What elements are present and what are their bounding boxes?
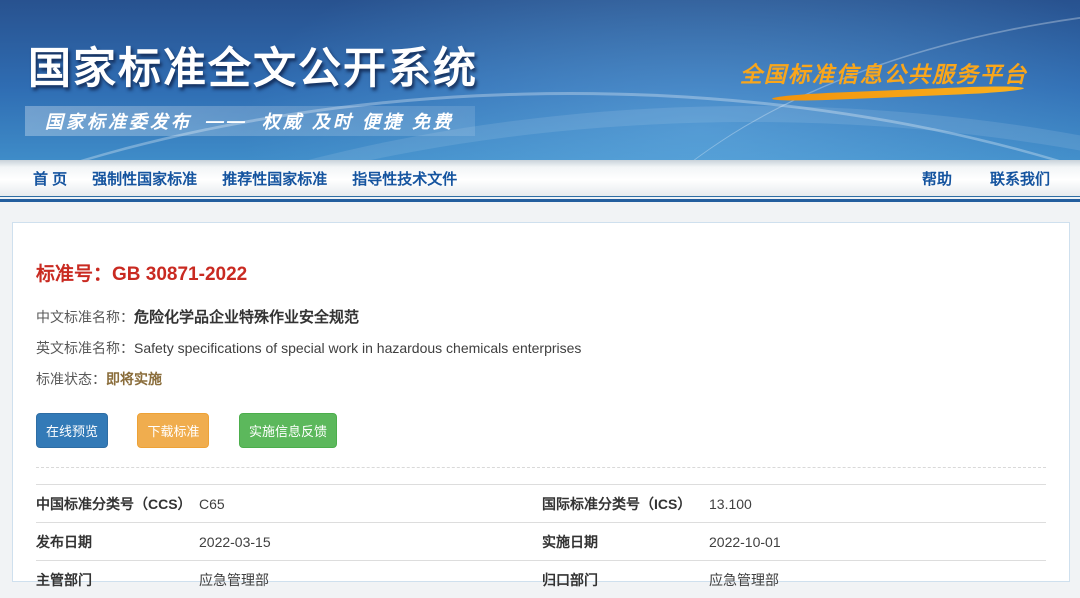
site-header: 国家标准全文公开系统 国家标准委发布 —— 权威 及时 便捷 免费 全国标准信息… <box>0 0 1080 160</box>
publisher-label: 国家标准委发布 <box>45 108 192 134</box>
standard-number-value: GB 30871-2022 <box>112 264 247 285</box>
implementation-feedback-button[interactable]: 实施信息反馈 <box>239 413 337 448</box>
competent-dept-label: 主管部门 <box>36 570 199 590</box>
nav-divider-dark <box>0 199 1080 202</box>
nav-item-recommended-standards[interactable]: 推荐性国家标准 <box>222 168 327 189</box>
standard-number-line: 标准号：GB 30871-2022 <box>36 259 1046 286</box>
main-nav: 首 页 强制性国家标准 推荐性国家标准 指导性技术文件 帮助 联系我们 <box>0 160 1080 197</box>
english-name-label: 英文标准名称： <box>36 340 134 356</box>
standard-number-label: 标准号： <box>36 264 112 285</box>
centralized-dept-value: 应急管理部 <box>709 570 1046 590</box>
dashed-divider <box>36 467 1046 468</box>
nav-item-help[interactable]: 帮助 <box>922 168 952 189</box>
nav-right-group: 帮助 联系我们 <box>922 168 1050 189</box>
action-button-row: 在线预览 下载标准 实施信息反馈 <box>36 413 1046 448</box>
online-preview-button[interactable]: 在线预览 <box>36 413 108 448</box>
status-line: 标准状态：即将实施 <box>36 369 1046 389</box>
chinese-name-line: 中文标准名称：危险化学品企业特殊作业安全规范 <box>36 306 1046 327</box>
publisher-slogan: 权威 及时 便捷 免费 <box>262 108 454 134</box>
english-name-value: Safety specifications of special work in… <box>134 340 581 356</box>
publish-date-label: 发布日期 <box>36 532 199 552</box>
status-label: 标准状态： <box>36 371 106 387</box>
implement-date-label: 实施日期 <box>542 532 709 552</box>
table-row: 发布日期 2022-03-15 实施日期 2022-10-01 <box>36 522 1046 560</box>
chinese-name-label: 中文标准名称： <box>36 309 134 325</box>
publisher-banner: 国家标准委发布 —— 权威 及时 便捷 免费 <box>25 106 475 136</box>
nav-item-mandatory-standards[interactable]: 强制性国家标准 <box>92 168 197 189</box>
platform-link[interactable]: 全国标准信息公共服务平台 <box>740 57 1028 89</box>
english-name-line: 英文标准名称：Safety specifications of special … <box>36 338 1046 358</box>
competent-dept-value: 应急管理部 <box>199 570 542 590</box>
publisher-dash: —— <box>206 111 248 132</box>
standard-info-table: 中国标准分类号（CCS） C65 国际标准分类号（ICS） 13.100 发布日… <box>36 484 1046 598</box>
ics-label: 国际标准分类号（ICS） <box>542 494 709 514</box>
publish-date-value: 2022-03-15 <box>199 534 542 550</box>
site-title: 国家标准全文公开系统 <box>28 34 478 96</box>
ics-value: 13.100 <box>709 496 1046 512</box>
table-row: 中国标准分类号（CCS） C65 国际标准分类号（ICS） 13.100 <box>36 484 1046 522</box>
implement-date-value: 2022-10-01 <box>709 534 1046 550</box>
nav-item-guiding-documents[interactable]: 指导性技术文件 <box>352 168 457 189</box>
centralized-dept-label: 归口部门 <box>542 570 709 590</box>
ccs-value: C65 <box>199 496 542 512</box>
chinese-name-value: 危险化学品企业特殊作业安全规范 <box>134 309 359 326</box>
download-standard-button[interactable]: 下载标准 <box>137 413 209 448</box>
nav-item-contact-us[interactable]: 联系我们 <box>990 168 1050 189</box>
standard-detail-card: 标准号：GB 30871-2022 中文标准名称：危险化学品企业特殊作业安全规范… <box>12 222 1070 582</box>
nav-item-home[interactable]: 首 页 <box>33 168 67 189</box>
ccs-label: 中国标准分类号（CCS） <box>36 494 199 514</box>
status-value: 即将实施 <box>106 371 162 387</box>
